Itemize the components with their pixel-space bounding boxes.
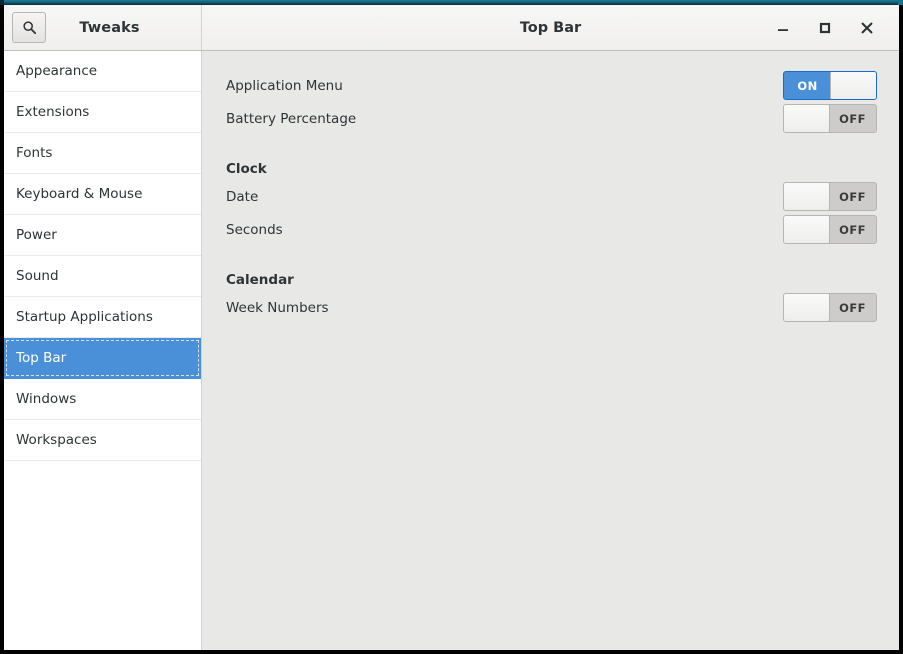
- setting-row: Seconds OFF: [226, 213, 877, 246]
- sidebar-item-label: Sound: [16, 268, 59, 284]
- setting-label: Date: [226, 188, 259, 205]
- search-icon: [22, 20, 37, 35]
- sidebar-item-label: Keyboard & Mouse: [16, 186, 143, 202]
- sidebar-item-startup-applications[interactable]: Startup Applications: [4, 297, 201, 338]
- sidebar-item-label: Appearance: [16, 63, 98, 79]
- sidebar: Appearance Extensions Fonts Keyboard & Mous…: [4, 51, 202, 650]
- toggle-knob: [784, 216, 830, 243]
- toggle-state-label: OFF: [839, 189, 866, 204]
- sidebar-item-keyboard-mouse[interactable]: Keyboard & Mouse: [4, 174, 201, 215]
- toggle-knob: [830, 72, 876, 99]
- sidebar-item-fonts[interactable]: Fonts: [4, 133, 201, 174]
- sidebar-item-label: Extensions: [16, 104, 90, 120]
- close-button[interactable]: [857, 18, 877, 38]
- setting-label: Week Numbers: [226, 299, 329, 316]
- setting-row: Application Menu ON: [226, 69, 877, 102]
- toggle-knob: [784, 294, 830, 321]
- sidebar-item-label: Startup Applications: [16, 309, 153, 325]
- section-header-calendar: Calendar: [226, 272, 294, 288]
- setting-row: Date OFF: [226, 180, 877, 213]
- sidebar-item-label: Power: [16, 227, 57, 243]
- settings-panel: Application Menu ON Battery Percentage OFF C…: [202, 51, 899, 650]
- toggle-state-label: OFF: [839, 300, 866, 315]
- sidebar-item-windows[interactable]: Windows: [4, 379, 201, 420]
- header-bar: Tweaks Top Bar: [4, 5, 899, 51]
- toggle-date[interactable]: OFF: [783, 182, 877, 211]
- window-controls: [773, 18, 899, 38]
- toggle-state-label: OFF: [839, 222, 866, 237]
- sidebar-item-label: Top Bar: [16, 350, 67, 366]
- sidebar-item-appearance[interactable]: Appearance: [4, 51, 201, 92]
- tweaks-window: Tweaks Top Bar Appearance Extensions Fon…: [0, 0, 903, 654]
- search-button[interactable]: [12, 12, 46, 43]
- toggle-knob: [784, 105, 830, 132]
- sidebar-item-label: Workspaces: [16, 432, 97, 448]
- toggle-battery-percentage[interactable]: OFF: [783, 104, 877, 133]
- toggle-knob: [784, 183, 830, 210]
- sidebar-item-power[interactable]: Power: [4, 215, 201, 256]
- header-bar-left: Tweaks: [4, 5, 202, 50]
- app-title: Tweaks: [79, 19, 140, 36]
- toggle-state-label: OFF: [839, 111, 866, 126]
- window-frame: Tweaks Top Bar Appearance Extensions Fon…: [4, 5, 899, 650]
- setting-label: Battery Percentage: [226, 110, 357, 127]
- sidebar-item-extensions[interactable]: Extensions: [4, 92, 201, 133]
- toggle-week-numbers[interactable]: OFF: [783, 293, 877, 322]
- setting-row: Battery Percentage OFF: [226, 102, 877, 135]
- maximize-button[interactable]: [815, 18, 835, 38]
- sidebar-item-workspaces[interactable]: Workspaces: [4, 420, 201, 461]
- section-header-clock: Clock: [226, 161, 267, 177]
- sidebar-item-label: Windows: [16, 391, 77, 407]
- toggle-application-menu[interactable]: ON: [783, 71, 877, 100]
- minimize-button[interactable]: [773, 18, 793, 38]
- toggle-seconds[interactable]: OFF: [783, 215, 877, 244]
- setting-label: Application Menu: [226, 77, 343, 94]
- sidebar-item-sound[interactable]: Sound: [4, 256, 201, 297]
- setting-row: Week Numbers OFF: [226, 291, 877, 324]
- setting-label: Seconds: [226, 221, 283, 238]
- sidebar-item-top-bar[interactable]: Top Bar: [4, 338, 201, 379]
- toggle-state-label: ON: [797, 78, 818, 93]
- header-bar-right: Top Bar: [202, 5, 899, 50]
- window-body: Appearance Extensions Fonts Keyboard & Mous…: [4, 51, 899, 650]
- sidebar-item-label: Fonts: [16, 145, 53, 161]
